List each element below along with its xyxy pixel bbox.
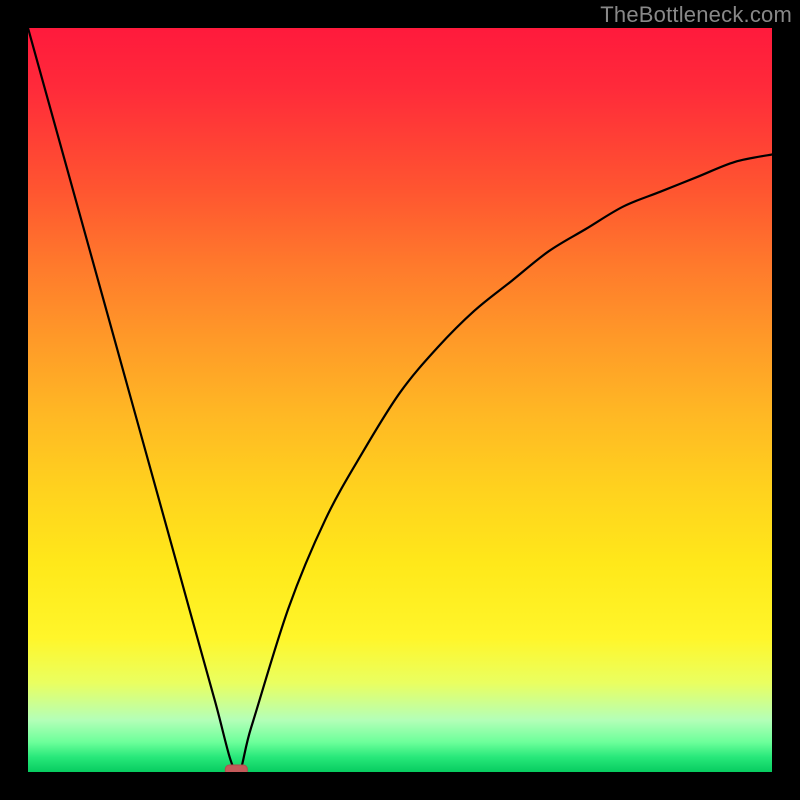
watermark-text: TheBottleneck.com <box>600 2 792 28</box>
plot-area <box>28 28 772 772</box>
minimum-marker <box>225 765 247 772</box>
bottleneck-curve <box>28 28 772 772</box>
chart-container: TheBottleneck.com <box>0 0 800 800</box>
chart-svg <box>28 28 772 772</box>
